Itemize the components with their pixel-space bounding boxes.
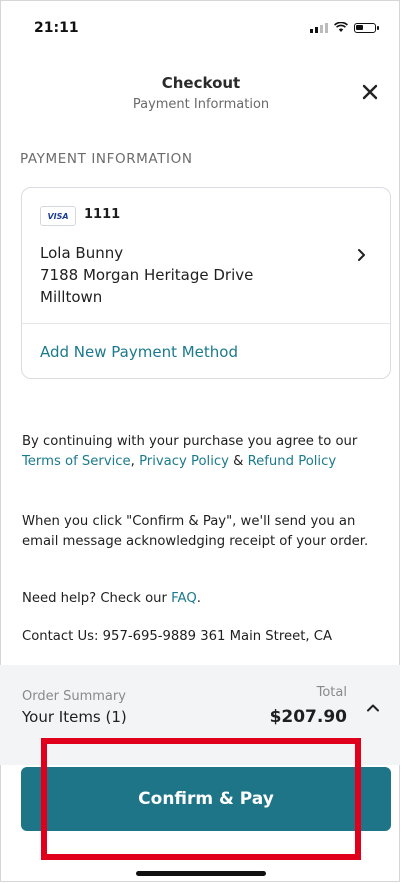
order-summary-label: Order Summary [22,689,126,704]
payment-method-card: VISA 1111 Lola Bunny 7188 Morgan Heritag… [21,187,391,379]
terms-sep2: & [228,454,248,469]
terms-paragraph: By continuing with your purchase you agr… [22,432,388,472]
order-items-count: Your Items (1) [22,708,127,726]
chevron-up-icon[interactable] [366,701,380,715]
confirmation-notice: When you click "Confirm & Pay", we'll se… [22,514,369,549]
divider [22,323,390,324]
page-title: Checkout [161,74,241,92]
terms-prefix: By continuing with your purchase you agr… [22,434,358,449]
wifi-icon [334,22,348,32]
page-subtitle: Payment Information [132,97,270,112]
visa-icon: VISA [40,206,76,226]
status-time: 21:11 [34,20,79,36]
home-indicator [136,871,266,876]
help-suffix: . [196,591,201,606]
status-icons [310,22,379,33]
add-payment-method-link[interactable]: Add New Payment Method [40,343,238,361]
terms-sep1: , [130,454,140,469]
address-line1: 7188 Morgan Heritage Drive [40,266,254,284]
section-label-payment: PAYMENT INFORMATION [20,151,193,167]
signal-icon [310,22,328,33]
battery-icon [354,22,379,33]
help-prefix: Need help? Check our [22,591,172,606]
highlight-box [41,738,361,860]
close-icon[interactable] [360,82,380,102]
privacy-policy-link[interactable]: Privacy Policy [139,454,229,469]
terms-of-service-link[interactable]: Terms of Service [22,454,131,469]
card-last4: 1111 [84,207,121,222]
order-total: $207.90 [269,707,347,727]
address-city: Milltown [40,288,103,306]
cardholder-name: Lola Bunny [40,244,124,262]
faq-link[interactable]: FAQ [171,591,197,606]
help-paragraph: Need help? Check our FAQ. [22,589,388,609]
total-label: Total [316,685,347,700]
payment-method-details[interactable]: Lola Bunny 7188 Morgan Heritage Drive Mi… [40,242,253,308]
refund-policy-link[interactable]: Refund Policy [248,454,337,469]
contact-info: Contact Us: 957-695-9889 361 Main Street… [22,629,332,644]
chevron-right-icon[interactable] [354,248,368,262]
